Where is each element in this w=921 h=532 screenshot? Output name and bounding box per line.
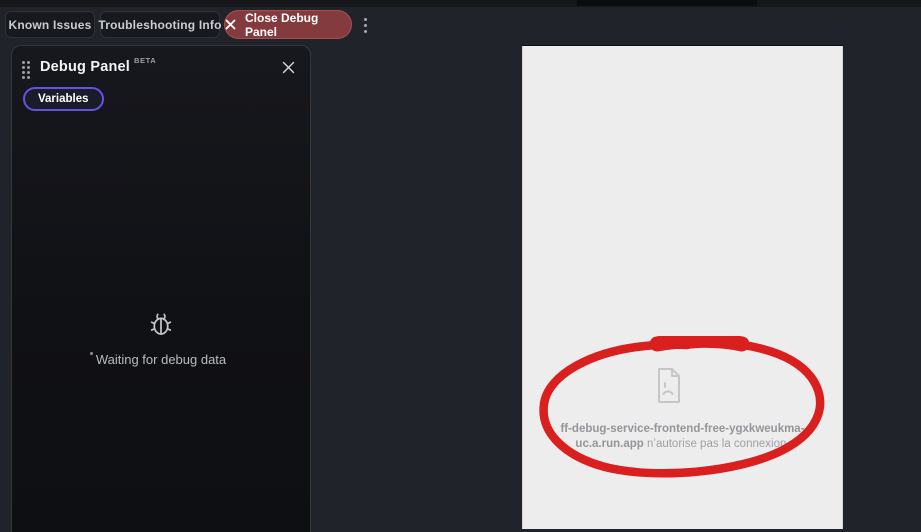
empty-state-message: Waiting for debug data (95, 352, 227, 367)
debug-panel-header: Debug Panel BETA (12, 46, 310, 79)
known-issues-label: Known Issues (8, 17, 92, 32)
tab-variables[interactable]: Variables (23, 87, 104, 111)
troubleshooting-info-button[interactable]: Troubleshooting Info (98, 11, 222, 38)
error-domain-line2: uc.a.run.app (575, 437, 644, 450)
debug-panel: Debug Panel BETA Variables Waiting for d… (11, 45, 311, 532)
debug-panel-title: Debug Panel (40, 59, 131, 75)
overflow-menu-icon[interactable] (358, 14, 372, 36)
loading-dot (90, 352, 93, 355)
close-icon (225, 19, 236, 30)
panel-close-icon[interactable] (280, 59, 296, 75)
connection-error-text: ff-debug-service-frontend-free-ygxkweukm… (560, 422, 804, 451)
variables-tab-label: Variables (38, 93, 89, 105)
app-preview-frame: ff-debug-service-frontend-free-ygxkweukm… (522, 45, 843, 529)
debug-empty-state: Waiting for debug data (12, 311, 310, 367)
sad-file-icon (654, 366, 684, 411)
troubleshooting-info-label: Troubleshooting Info (98, 17, 222, 32)
close-debug-panel-label: Close Debug Panel (245, 10, 319, 39)
connection-error-block: ff-debug-service-frontend-free-ygxkweukm… (522, 366, 843, 451)
beta-badge: BETA (134, 56, 157, 65)
top-strip (0, 0, 921, 7)
error-message-rest: n’autorise pas la connexion. (643, 437, 790, 450)
drag-handle-icon[interactable] (22, 61, 30, 79)
app-root: { "top_bar": { "known_issues_label": "Kn… (0, 0, 921, 532)
bug-icon (148, 311, 174, 342)
popup-bottom-edge (577, 0, 757, 6)
known-issues-button[interactable]: Known Issues (5, 11, 95, 38)
close-debug-panel-button[interactable]: Close Debug Panel (224, 10, 352, 39)
error-domain-line1: ff-debug-service-frontend-free-ygxkweukm… (560, 423, 805, 435)
